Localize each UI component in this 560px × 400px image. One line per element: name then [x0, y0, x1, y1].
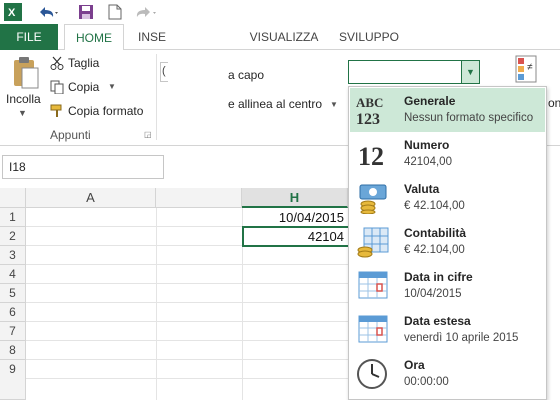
quick-access-toolbar: X	[0, 0, 560, 24]
conditional-formatting-icon[interactable]: ≠	[514, 54, 538, 84]
format-item-number[interactable]: 12 Numero 42104,00	[350, 132, 545, 176]
tab-developer[interactable]: SVILUPPO	[334, 24, 404, 50]
new-file-icon[interactable]	[108, 3, 122, 21]
format-item-time[interactable]: Ora 00:00:00	[350, 352, 545, 396]
merge-center-button[interactable]: e allinea al centro	[228, 97, 322, 111]
number-format-dropdown-arrow-icon[interactable]: ▼	[461, 61, 479, 83]
cell-h2-selected[interactable]: 42104	[242, 226, 348, 247]
row-header-6[interactable]: 6	[0, 303, 26, 322]
long-date-icon	[356, 314, 390, 346]
tab-insert[interactable]: INSE	[124, 24, 168, 50]
paste-button[interactable]: Incolla	[6, 92, 41, 106]
font-name-box[interactable]: (	[160, 62, 168, 82]
accounting-format-icon	[356, 226, 390, 258]
more-items-indicator	[350, 396, 545, 400]
format-item-short-date[interactable]: Data in cifre 10/04/2015	[350, 264, 545, 308]
copy-button[interactable]: Copia	[68, 80, 99, 94]
format-title: Data estesa	[404, 314, 471, 328]
format-sample: 42104,00	[404, 156, 452, 168]
dialog-launcher-icon[interactable]: ◲	[144, 130, 152, 139]
short-date-icon	[356, 270, 390, 302]
tab-home[interactable]: HOME	[64, 24, 124, 51]
tab-view[interactable]: VISUALIZZA	[244, 24, 324, 50]
paste-icon[interactable]	[10, 56, 40, 90]
format-title: Contabilità	[404, 226, 466, 240]
column-header-h[interactable]: H	[242, 188, 348, 208]
format-title: Generale	[404, 94, 456, 108]
gridline	[156, 208, 157, 400]
excel-logo-icon: X	[4, 3, 22, 21]
format-item-long-date[interactable]: Data estesa venerdì 10 aprile 2015	[350, 308, 545, 352]
row-header-5[interactable]: 5	[0, 284, 26, 303]
format-sample: € 42.104,00	[404, 200, 465, 212]
ribbon-tabs: FILE HOME INSE VISUALIZZA SVILUPPO	[0, 24, 560, 51]
clipboard-group-label: Appunti	[50, 128, 91, 142]
format-title: Valuta	[404, 182, 440, 196]
cut-icon	[50, 56, 64, 70]
format-sample: venerdì 10 aprile 2015	[404, 332, 519, 344]
row-header-9[interactable]: 9	[0, 360, 26, 400]
conditional-formatting-label: on	[548, 96, 560, 110]
redo-icon[interactable]	[134, 3, 160, 21]
format-sample: € 42.104,00	[404, 244, 465, 256]
svg-text:X: X	[8, 7, 16, 19]
gridline	[26, 264, 348, 265]
gridline	[26, 302, 348, 303]
gridline	[26, 340, 348, 341]
cut-button[interactable]: Taglia	[68, 56, 99, 70]
format-item-accounting[interactable]: Contabilità € 42.104,00	[350, 220, 545, 264]
svg-text:ABC: ABC	[356, 95, 383, 110]
select-all-corner[interactable]	[0, 188, 26, 208]
row-header-1[interactable]: 1	[0, 208, 26, 227]
group-divider	[156, 54, 157, 140]
format-title: Ora	[404, 358, 425, 372]
number-format-combo[interactable]: ▼	[348, 60, 480, 84]
row-header-8[interactable]: 8	[0, 341, 26, 360]
gridline	[26, 283, 348, 284]
format-title: Data in cifre	[404, 270, 473, 284]
row-header-3[interactable]: 3	[0, 246, 26, 265]
cell-h1[interactable]: 10/04/2015	[242, 208, 348, 227]
gridline	[26, 359, 348, 360]
time-format-icon	[356, 358, 390, 390]
general-format-icon: ABC 123	[356, 94, 390, 128]
format-sample: 00:00:00	[404, 376, 449, 388]
row-header-4[interactable]: 4	[0, 265, 26, 284]
name-box[interactable]: I18	[2, 155, 164, 179]
svg-text:123: 123	[356, 111, 380, 126]
save-icon[interactable]	[78, 3, 94, 21]
gridline	[26, 321, 348, 322]
format-painter-button[interactable]: Copia formato	[68, 104, 143, 118]
row-header-2[interactable]: 2	[0, 227, 26, 246]
tab-file[interactable]: FILE	[0, 24, 58, 50]
undo-icon[interactable]	[36, 3, 60, 21]
number-format-dropdown: ABC 123 Generale Nessun formato specifico…	[348, 86, 547, 400]
currency-format-icon	[356, 182, 390, 215]
copy-icon	[50, 80, 64, 95]
copy-dropdown-arrow-icon[interactable]: ▼	[108, 82, 116, 91]
wrap-text-button[interactable]: a capo	[228, 68, 264, 82]
column-header-a[interactable]: A	[26, 188, 156, 208]
gridline	[26, 378, 348, 379]
svg-text:12: 12	[358, 142, 384, 170]
format-item-general[interactable]: ABC 123 Generale Nessun formato specifico	[350, 88, 545, 132]
format-title: Numero	[404, 138, 450, 152]
merge-dropdown-arrow-icon[interactable]: ▼	[330, 100, 338, 109]
svg-text:≠: ≠	[527, 62, 533, 73]
column-header-hidden	[156, 188, 242, 208]
number-format-icon: 12	[356, 138, 390, 171]
format-sample: Nessun formato specifico	[404, 112, 534, 124]
format-painter-icon	[50, 104, 64, 118]
paste-dropdown-arrow-icon[interactable]: ▼	[18, 108, 27, 118]
row-header-7[interactable]: 7	[0, 322, 26, 341]
format-sample: 10/04/2015	[404, 288, 462, 300]
format-item-currency[interactable]: Valuta € 42.104,00	[350, 176, 545, 220]
